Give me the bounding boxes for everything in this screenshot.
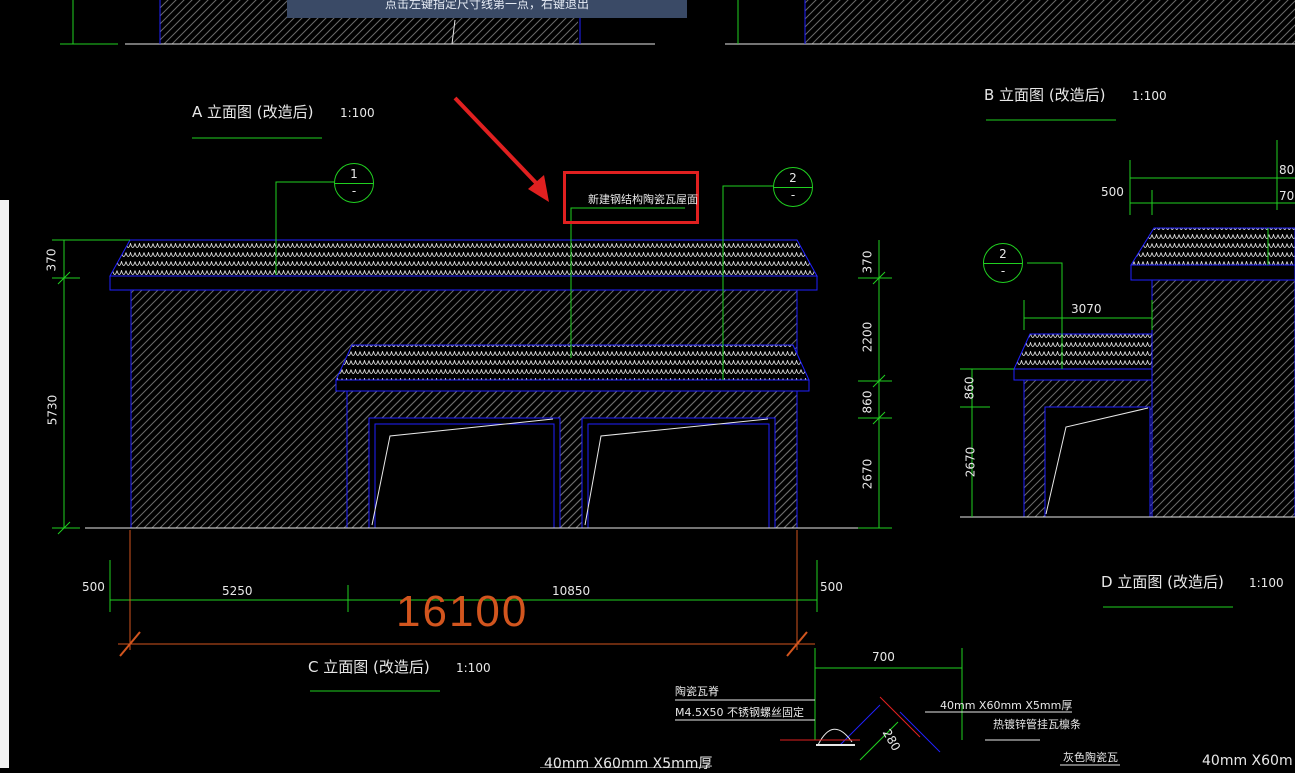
left-panel-edge (0, 200, 9, 768)
command-prompt-tooltip: 点击左键指定尺寸线第一点，右键退出 (287, 0, 687, 18)
dim-bottom-5250: 5250 (222, 584, 253, 598)
view-c-title: C 立面图 (改造后) (308, 658, 430, 676)
dim-right-860: 860 (860, 390, 875, 414)
detail-note-steel-1: 40mm X60mm X5mm厚 (940, 699, 1073, 712)
dim-b-500: 500 (1101, 185, 1124, 199)
bubble-sheet: - (351, 184, 357, 198)
bubble-sheet: - (1000, 264, 1006, 278)
dim-b-2670: 2670 (963, 446, 978, 478)
view-b-scale: 1:100 (1132, 89, 1167, 103)
red-arrow (453, 96, 549, 202)
detail-note-steel-2: 40mm X60mm X5mm厚 (544, 756, 713, 772)
dim-bottom-10850: 10850 (552, 584, 591, 598)
dim-left-5730: 5730 (45, 394, 60, 426)
detail-note-ridge-tile: 陶瓷瓦脊 (675, 685, 719, 698)
dim-b-3070: 3070 (1071, 302, 1102, 316)
detail-note-screw: M4.5X50 不锈钢螺丝固定 (675, 706, 805, 719)
bubble-number: 1 (350, 167, 358, 181)
dim-bottom-500-right: 500 (820, 580, 843, 594)
detail-bubble-2[interactable]: 2 - (773, 167, 813, 207)
view-b-title: B 立面图 (改造后) (984, 86, 1106, 104)
detail-bubble-1[interactable]: 1 - (334, 163, 374, 203)
dim-right-2200: 2200 (860, 321, 875, 353)
elevation-a[interactable] (85, 239, 892, 529)
dim-b-860: 860 (962, 376, 977, 400)
dim-left-370: 370 (44, 248, 59, 272)
detail-bubble-2-b[interactable]: 2 - (983, 243, 1023, 283)
dim-b-70: 70 (1279, 189, 1295, 203)
view-a-title: A 立面图 (改造后) (192, 103, 314, 121)
dim-right-370: 370 (860, 250, 875, 274)
dim-b-80: 80 (1279, 163, 1295, 177)
dim-right-2670: 2670 (860, 458, 875, 490)
bubble-number: 2 (999, 247, 1007, 261)
roof-callout-text: 新建钢结构陶瓷瓦屋面 (588, 193, 698, 206)
view-d-title: D 立面图 (改造后) (1101, 573, 1224, 591)
dim-total-16100[interactable]: 16100 (396, 587, 528, 637)
bubble-sheet: - (790, 188, 796, 202)
dim-bottom-500-left: 500 (82, 580, 105, 594)
detail-dim-700: 700 (872, 650, 895, 664)
view-c-scale: 1:100 (456, 661, 491, 675)
detail-note-steel-3: 40mm X60m (1202, 753, 1293, 769)
view-d-scale: 1:100 (1249, 576, 1284, 590)
view-a-scale: 1:100 (340, 106, 375, 120)
detail-note-purlin: 热镀锌管挂瓦檩条 (993, 718, 1081, 731)
detail-note-grey-tile: 灰色陶瓷瓦 (1063, 751, 1118, 764)
bubble-number: 2 (789, 171, 797, 185)
